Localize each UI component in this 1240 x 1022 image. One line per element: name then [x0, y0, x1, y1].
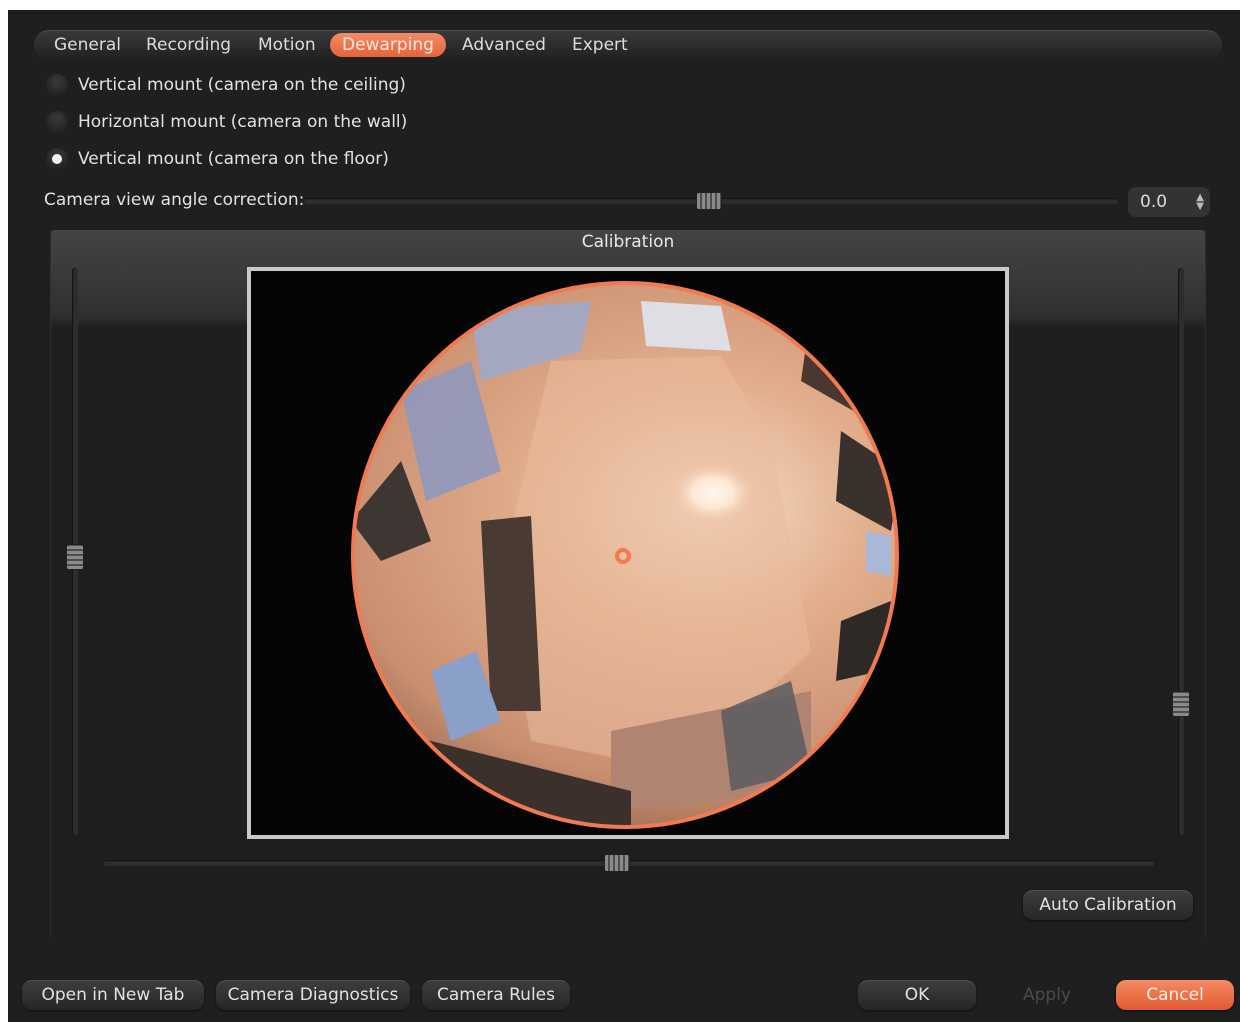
camera-diagnostics-button[interactable]: Camera Diagnostics	[216, 980, 410, 1010]
ok-button[interactable]: OK	[858, 980, 976, 1010]
spin-arrows-icon[interactable]: ▲ ▼	[1196, 193, 1204, 212]
tab-dewarping[interactable]: Dewarping	[330, 33, 446, 57]
room-scene	[353, 283, 897, 827]
radio-button[interactable]	[46, 111, 68, 133]
fisheye-image	[351, 281, 899, 829]
tab-recording[interactable]: Recording	[134, 33, 243, 57]
camera-rules-button[interactable]: Camera Rules	[422, 980, 570, 1010]
tab-bar: General Recording Motion Dewarping Advan…	[34, 30, 1222, 60]
radio-floor-mount[interactable]: Vertical mount (camera on the floor)	[46, 146, 389, 172]
calibration-title: Calibration	[581, 232, 675, 252]
open-in-new-tab-button[interactable]: Open in New Tab	[22, 980, 204, 1010]
radio-button[interactable]	[46, 74, 68, 96]
right-vertical-handle[interactable]	[1172, 691, 1190, 717]
cancel-button[interactable]: Cancel	[1116, 980, 1234, 1010]
tab-motion[interactable]: Motion	[246, 33, 328, 57]
fisheye-preview[interactable]	[247, 267, 1009, 839]
angle-correction-label: Camera view angle correction:	[44, 190, 305, 210]
radio-label: Vertical mount (camera on the ceiling)	[78, 75, 406, 95]
tab-advanced[interactable]: Advanced	[450, 33, 558, 57]
right-vertical-slider[interactable]	[1178, 268, 1184, 836]
angle-correction-handle[interactable]	[696, 192, 722, 210]
apply-button[interactable]: Apply	[988, 980, 1106, 1010]
angle-correction-value: 0.0	[1140, 192, 1168, 212]
left-vertical-handle[interactable]	[66, 544, 84, 570]
camera-settings-dialog: General Recording Motion Dewarping Advan…	[8, 10, 1240, 1022]
radio-label: Vertical mount (camera on the floor)	[78, 149, 389, 169]
tab-general[interactable]: General	[42, 33, 133, 57]
radio-label: Horizontal mount (camera on the wall)	[78, 112, 408, 132]
calibration-panel: Calibration Auto Calibration	[50, 230, 1206, 938]
tab-expert[interactable]: Expert	[560, 33, 640, 57]
horizontal-calibration-handle[interactable]	[604, 854, 630, 872]
radio-wall-mount[interactable]: Horizontal mount (camera on the wall)	[46, 109, 407, 135]
angle-correction-spinbox[interactable]: 0.0 ▲ ▼	[1128, 187, 1210, 217]
radio-ceiling-mount[interactable]: Vertical mount (camera on the ceiling)	[46, 72, 406, 98]
radio-button-selected[interactable]	[46, 148, 68, 170]
auto-calibration-button[interactable]: Auto Calibration	[1023, 890, 1193, 920]
